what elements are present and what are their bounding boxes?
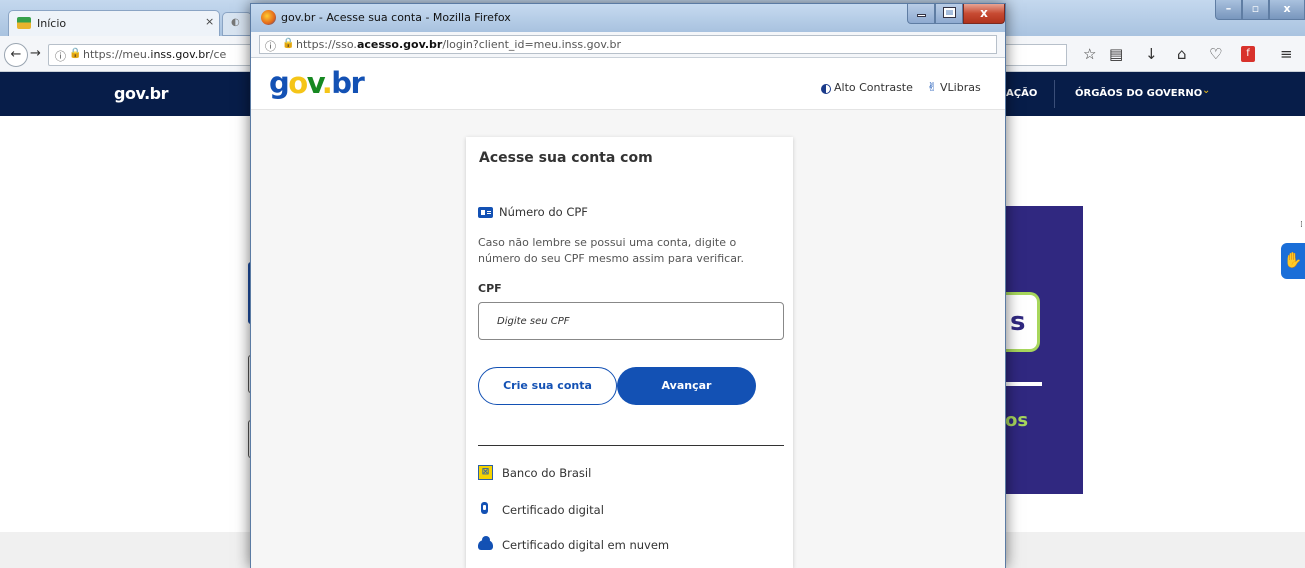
logo-letter: g: [269, 66, 290, 100]
promo-text: os: [1005, 410, 1029, 431]
popup-maximize-button[interactable]: [935, 4, 963, 24]
scrollbar-marker[interactable]: ⁞: [1300, 220, 1303, 230]
chevron-down-icon[interactable]: ⌄: [1202, 85, 1210, 96]
cloud-icon[interactable]: [478, 536, 493, 550]
create-account-button[interactable]: Crie sua conta: [478, 367, 617, 405]
firefox-icon: [261, 10, 276, 25]
login-option-banco-do-brasil[interactable]: Banco do Brasil: [502, 466, 591, 480]
background-url-bar[interactable]: ⓘ 🔒 https://meu.inss.gov.br/ce: [48, 44, 253, 66]
popup-window-title: gov.br - Acesse sua conta - Mozilla Fire…: [281, 11, 511, 24]
vlibras-hand-icon[interactable]: ✋: [1281, 243, 1305, 279]
background-close-button[interactable]: x: [1269, 0, 1305, 20]
lock-icon: 🔒: [282, 38, 295, 49]
promo-letter-box: s: [1005, 292, 1040, 352]
contrast-icon[interactable]: [821, 84, 831, 94]
cpf-field-label: CPF: [478, 282, 502, 295]
logo-letter: v: [306, 66, 324, 100]
login-card: Acesse sua conta com Número do CPF Caso …: [466, 137, 793, 568]
card-title: Acesse sua conta com: [479, 150, 653, 166]
home-icon[interactable]: ⌂: [1177, 45, 1187, 63]
navbar-divider: [1054, 80, 1055, 108]
pocket-icon[interactable]: ♡: [1209, 45, 1222, 63]
background-url-text: https://meu.inss.gov.br/ce: [83, 48, 227, 61]
usb-token-icon[interactable]: [481, 502, 488, 514]
background-tab-title: Início: [37, 17, 67, 30]
popup-url-bar[interactable]: ⓘ 🔒 https://sso.acesso.gov.br/login?clie…: [259, 35, 997, 54]
login-popup-window: gov.br - Acesse sua conta - Mozilla Fire…: [250, 3, 1006, 568]
background-tab-inicio[interactable]: Início ×: [8, 10, 220, 36]
logo-letter: .: [321, 66, 333, 100]
cpf-help-text: Caso não lembre se possui uma conta, dig…: [478, 236, 744, 265]
banco-do-brasil-icon[interactable]: ⊠: [478, 465, 493, 480]
cpf-option-heading: Número do CPF: [499, 205, 588, 219]
logo-letter: o: [288, 66, 308, 100]
id-card-icon: [478, 207, 493, 218]
minimize-icon: [917, 14, 926, 17]
logo-letter: b: [331, 66, 352, 100]
info-icon[interactable]: ⓘ: [55, 48, 66, 64]
tab-close-icon[interactable]: ×: [205, 15, 214, 28]
background-minimize-button[interactable]: –: [1215, 0, 1242, 20]
login-option-certificado-nuvem[interactable]: Certificado digital em nuvem: [502, 538, 669, 552]
search-box[interactable]: [1003, 44, 1067, 66]
back-arrow-icon[interactable]: ←: [4, 43, 28, 67]
login-option-certificado-digital[interactable]: Certificado digital: [502, 503, 604, 517]
popup-close-button[interactable]: x: [963, 4, 1005, 24]
background-tab-second[interactable]: ◐: [222, 12, 252, 36]
logo-letter: r: [350, 66, 365, 100]
popup-titlebar[interactable]: gov.br - Acesse sua conta - Mozilla Fire…: [251, 4, 1005, 32]
site-favicon-icon: [17, 17, 31, 29]
next-button[interactable]: Avançar: [617, 367, 756, 405]
popup-url-toolbar: ⓘ 🔒 https://sso.acesso.gov.br/login?clie…: [251, 32, 1005, 58]
navbar-item-partial[interactable]: AÇÃO: [1006, 88, 1037, 99]
maximize-icon: [943, 7, 956, 18]
card-divider: [478, 445, 784, 446]
popup-minimize-button[interactable]: [907, 4, 935, 24]
vlibras-link[interactable]: VLibras: [940, 81, 981, 94]
bookmarks-list-icon[interactable]: ▤: [1109, 45, 1123, 63]
tab-loading-icon: ◐: [231, 17, 240, 28]
download-icon[interactable]: ↓: [1145, 45, 1158, 63]
govbr-navbar-logo[interactable]: gov.br: [114, 84, 169, 103]
vlibras-icon[interactable]: ✌: [927, 80, 937, 94]
background-promo-panel: s os: [1005, 206, 1083, 494]
govbr-header: gov.br Alto Contraste ✌ VLibras: [251, 58, 1005, 110]
flash-plugin-icon[interactable]: f: [1241, 46, 1255, 62]
navbar-item-orgaos[interactable]: ÓRGÃOS DO GOVERNO: [1075, 88, 1202, 99]
forward-arrow-icon[interactable]: →: [30, 46, 41, 61]
promo-letter: s: [1010, 307, 1026, 337]
hamburger-menu-icon[interactable]: ≡: [1280, 45, 1293, 63]
background-maximize-button[interactable]: ▫: [1242, 0, 1269, 20]
high-contrast-link[interactable]: Alto Contraste: [834, 81, 913, 94]
popup-url-text: https://sso.acesso.gov.br/login?client_i…: [296, 38, 621, 51]
promo-divider: [1005, 382, 1042, 386]
govbr-logo[interactable]: gov.br: [269, 66, 365, 100]
popup-content-area: Acesse sua conta com Número do CPF Caso …: [251, 110, 1005, 568]
lock-icon: 🔒: [69, 48, 82, 59]
bookmark-star-icon[interactable]: ☆: [1083, 45, 1096, 63]
cpf-input[interactable]: [478, 302, 784, 340]
info-icon[interactable]: ⓘ: [265, 38, 276, 54]
